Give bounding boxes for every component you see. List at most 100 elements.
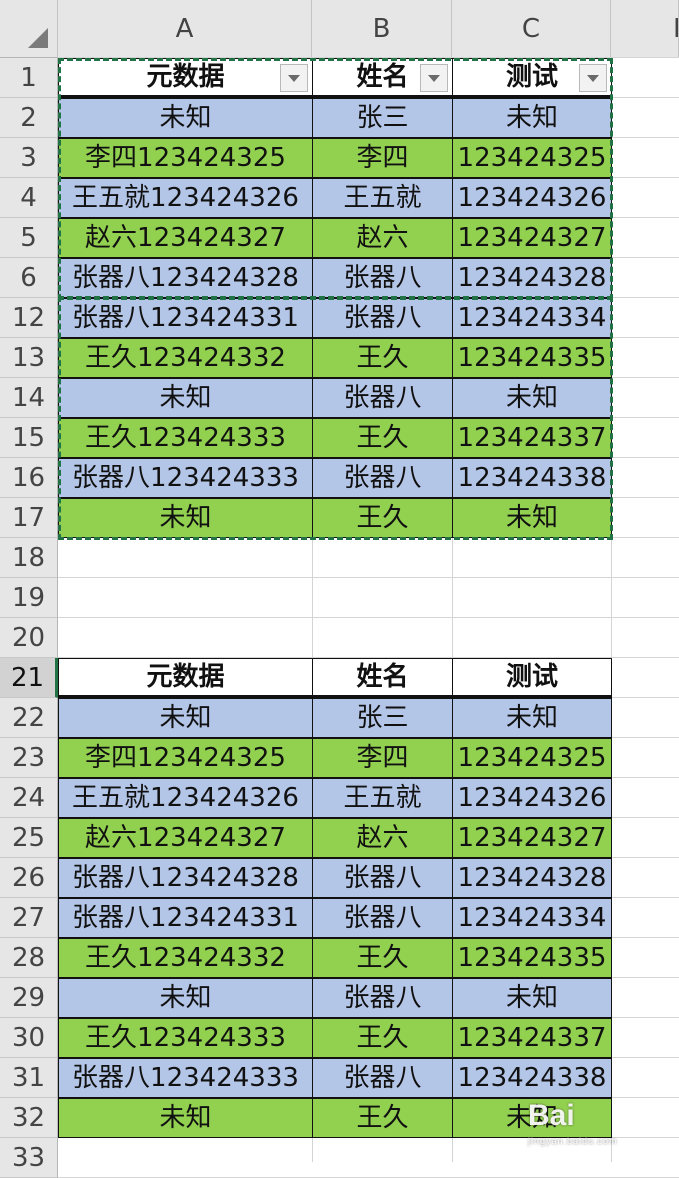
table-cell[interactable]: 张器八 — [312, 258, 453, 298]
filter-dropdown-icon[interactable] — [420, 64, 448, 92]
header-cell-2[interactable]: 姓名 — [312, 658, 453, 698]
table-cell[interactable]: 123424334 — [452, 898, 612, 938]
table-cell[interactable]: 李四123424325 — [58, 738, 313, 778]
table-cell[interactable]: 赵六123424327 — [58, 218, 313, 258]
row-header-24[interactable]: 24 — [0, 778, 58, 818]
table-cell[interactable]: 李四 — [312, 738, 453, 778]
table-cell[interactable]: 未知 — [58, 378, 313, 418]
header-cell-3[interactable]: 测试 — [452, 658, 612, 698]
table-cell[interactable]: 未知 — [58, 978, 313, 1018]
table-cell[interactable]: 123424335 — [452, 338, 612, 378]
table-cell[interactable]: 王久123424332 — [58, 338, 313, 378]
table-cell[interactable]: 张器八123424331 — [58, 298, 313, 338]
table-cell[interactable]: 未知 — [452, 98, 612, 138]
header-cell-1[interactable]: 元数据 — [58, 658, 313, 698]
column-header-d[interactable]: D — [611, 0, 679, 58]
table-cell[interactable]: 123424328 — [452, 858, 612, 898]
header-cell-3[interactable]: 测试 — [452, 58, 612, 98]
row-header-25[interactable]: 25 — [0, 818, 58, 858]
select-all-button[interactable] — [0, 0, 58, 58]
row-header-20[interactable]: 20 — [0, 618, 58, 658]
table-cell[interactable]: 王久 — [312, 418, 453, 458]
table-cell[interactable]: 张器八 — [312, 378, 453, 418]
row-header-32[interactable]: 32 — [0, 1098, 58, 1138]
table-cell[interactable]: 张器八123424328 — [58, 258, 313, 298]
table-cell[interactable]: 123424327 — [452, 218, 612, 258]
table-cell[interactable]: 未知 — [58, 98, 313, 138]
table-cell[interactable]: 张器八 — [312, 298, 453, 338]
column-header-b[interactable]: B — [312, 0, 452, 58]
table-cell[interactable]: 赵六 — [312, 818, 453, 858]
table-cell[interactable]: 123424326 — [452, 178, 612, 218]
table-cell[interactable]: 张器八123424333 — [58, 1058, 313, 1098]
row-header-1[interactable]: 1 — [0, 58, 58, 98]
column-header-a[interactable]: A — [58, 0, 312, 58]
table-cell[interactable]: 123424328 — [452, 258, 612, 298]
table-cell[interactable]: 123424335 — [452, 938, 612, 978]
table-cell[interactable]: 赵六 — [312, 218, 453, 258]
row-header-12[interactable]: 12 — [0, 298, 58, 338]
table-cell[interactable]: 未知 — [452, 978, 612, 1018]
table-cell[interactable]: 123424337 — [452, 1018, 612, 1058]
row-header-28[interactable]: 28 — [0, 938, 58, 978]
table-cell[interactable]: 未知 — [58, 498, 313, 538]
table-cell[interactable]: 张器八 — [312, 898, 453, 938]
spreadsheet-grid[interactable]: ABCD 12345612131415161718192021222324252… — [0, 0, 679, 1178]
table-cell[interactable]: 张器八123424331 — [58, 898, 313, 938]
table-cell[interactable]: 王久 — [312, 1018, 453, 1058]
column-header-c[interactable]: C — [452, 0, 611, 58]
table-cell[interactable]: 123424337 — [452, 418, 612, 458]
table-cell[interactable]: 张器八 — [312, 978, 453, 1018]
table-cell[interactable]: 张器八 — [312, 458, 453, 498]
table-cell[interactable]: 未知 — [58, 1098, 313, 1138]
table-cell[interactable]: 张器八 — [312, 858, 453, 898]
table-cell[interactable]: 王久123424333 — [58, 418, 313, 458]
table-cell[interactable]: 李四123424325 — [58, 138, 313, 178]
table-cell[interactable]: 赵六123424327 — [58, 818, 313, 858]
table-cell[interactable]: 王久123424332 — [58, 938, 313, 978]
filter-dropdown-icon[interactable] — [280, 64, 308, 92]
table-cell[interactable]: 未知 — [452, 698, 612, 738]
row-header-18[interactable]: 18 — [0, 538, 58, 578]
row-header-33[interactable]: 33 — [0, 1138, 58, 1178]
table-cell[interactable]: 王久123424333 — [58, 1018, 313, 1058]
header-cell-1[interactable]: 元数据 — [58, 58, 313, 98]
table-cell[interactable]: 未知 — [452, 378, 612, 418]
row-header-30[interactable]: 30 — [0, 1018, 58, 1058]
table-cell[interactable]: 未知 — [58, 698, 313, 738]
row-header-13[interactable]: 13 — [0, 338, 58, 378]
row-header-22[interactable]: 22 — [0, 698, 58, 738]
table-cell[interactable]: 王五就123424326 — [58, 778, 313, 818]
table-cell[interactable]: 王久 — [312, 938, 453, 978]
table-cell[interactable]: 李四 — [312, 138, 453, 178]
table-cell[interactable]: 王五就123424326 — [58, 178, 313, 218]
table-cell[interactable]: 未知 — [452, 498, 612, 538]
row-header-31[interactable]: 31 — [0, 1058, 58, 1098]
filter-dropdown-icon[interactable] — [579, 64, 607, 92]
row-header-15[interactable]: 15 — [0, 418, 58, 458]
row-header-19[interactable]: 19 — [0, 578, 58, 618]
row-header-6[interactable]: 6 — [0, 258, 58, 298]
table-cell[interactable]: 王五就 — [312, 178, 453, 218]
row-header-16[interactable]: 16 — [0, 458, 58, 498]
table-cell[interactable]: 123424338 — [452, 1058, 612, 1098]
row-header-4[interactable]: 4 — [0, 178, 58, 218]
row-header-17[interactable]: 17 — [0, 498, 58, 538]
table-cell[interactable]: 张三 — [312, 98, 453, 138]
table-cell[interactable]: 123424325 — [452, 738, 612, 778]
table-cell[interactable]: 王久 — [312, 1098, 453, 1138]
table-cell[interactable]: 123424338 — [452, 458, 612, 498]
row-header-5[interactable]: 5 — [0, 218, 58, 258]
header-cell-2[interactable]: 姓名 — [312, 58, 453, 98]
table-cell[interactable]: 123424334 — [452, 298, 612, 338]
table-cell[interactable]: 王久 — [312, 498, 453, 538]
row-header-3[interactable]: 3 — [0, 138, 58, 178]
row-header-26[interactable]: 26 — [0, 858, 58, 898]
table-cell[interactable]: 张器八 — [312, 1058, 453, 1098]
table-cell[interactable]: 123424326 — [452, 778, 612, 818]
row-header-14[interactable]: 14 — [0, 378, 58, 418]
row-header-21[interactable]: 21 — [0, 658, 58, 698]
row-header-29[interactable]: 29 — [0, 978, 58, 1018]
table-cell[interactable]: 张器八123424328 — [58, 858, 313, 898]
table-cell[interactable]: 张三 — [312, 698, 453, 738]
